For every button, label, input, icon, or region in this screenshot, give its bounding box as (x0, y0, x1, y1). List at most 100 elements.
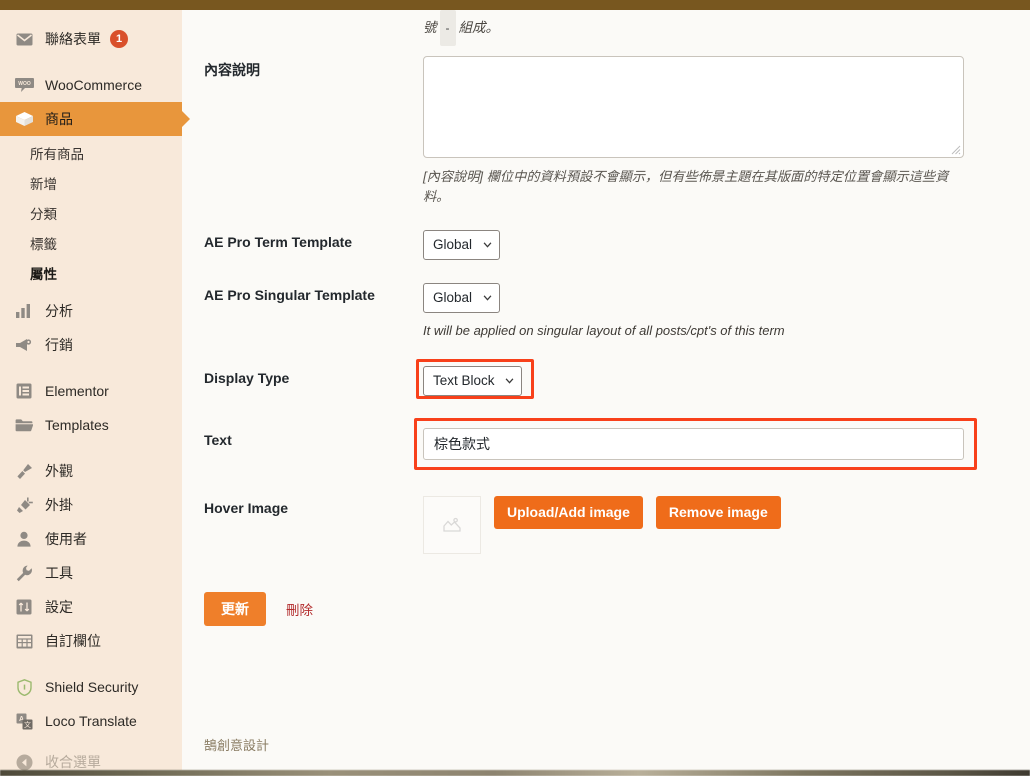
submenu-item-attributes[interactable]: 屬性 (0, 258, 182, 288)
update-button[interactable]: 更新 (204, 591, 266, 626)
display-type-select[interactable]: Text Block (423, 365, 522, 396)
submenu-item-tags[interactable]: 標籤 (0, 228, 182, 258)
sidebar-item-analytics[interactable]: 分析 (0, 294, 182, 328)
product-box-icon (14, 109, 34, 129)
upload-add-image-button[interactable]: Upload/Add image (494, 495, 643, 530)
form-row-term-template: AE Pro Term Template Global (182, 229, 1030, 261)
form-row-description: 內容說明 [內容說明] 欄位中的資料預設不會顯示，但有些佈景主題在其版面的特定位… (182, 56, 1030, 208)
browser-screen: 聯絡表單 1 WOO WooCommerce 商品 所有商品 新增 分類 標籤 … (0, 0, 1030, 776)
sidebar-item-label: 商品 (45, 111, 73, 127)
sidebar-item-elementor[interactable]: Elementor (0, 374, 182, 408)
contact-form-count-badge: 1 (110, 30, 128, 48)
singular-template-label: AE Pro Singular Template (204, 287, 375, 304)
sidebar-item-label: 收合選單 (45, 754, 101, 770)
display-type-label: Display Type (204, 369, 290, 386)
hover-image-preview[interactable] (423, 495, 481, 554)
sidebar-item-marketing[interactable]: 行銷 (0, 328, 182, 362)
form-row-display-type: Display Type Text Block (182, 358, 1030, 399)
sidebar-item-label: 自訂欄位 (45, 633, 101, 649)
plug-icon (14, 495, 34, 515)
sidebar-item-label: 設定 (45, 599, 73, 615)
description-help-text: [內容說明] 欄位中的資料預設不會顯示，但有些佈景主題在其版面的特定位置會顯示這… (423, 169, 949, 205)
wrench-icon (14, 563, 34, 583)
menu-separator (0, 738, 182, 745)
desktop-background-strip (0, 770, 1030, 776)
footer-credit: 鵠創意設計 (204, 738, 270, 753)
description-textarea[interactable] (423, 56, 964, 158)
analytics-bars-icon (14, 301, 34, 321)
svg-text:文: 文 (24, 720, 31, 729)
sidebar-item-tools[interactable]: 工具 (0, 556, 182, 590)
term-template-select[interactable]: Global (423, 229, 500, 261)
sidebar-item-shield-security[interactable]: Shield Security (0, 670, 182, 704)
sidebar-item-products[interactable]: 商品 (0, 102, 190, 136)
broken-image-icon (443, 518, 461, 532)
main-content-area: 號 - 組成。 內容說明 [內容說明] 欄位中的資料預設不會顯示，但有些佈景主題在其… (182, 10, 1030, 770)
menu-separator (0, 442, 182, 454)
folder-icon (14, 415, 34, 435)
sidebar-item-label: Elementor (45, 383, 109, 399)
description-textarea-wrap (423, 56, 964, 158)
term-template-label: AE Pro Term Template (204, 233, 353, 250)
sidebar-item-label: 外觀 (45, 463, 73, 479)
submenu-item-add-new[interactable]: 新增 (0, 168, 182, 198)
woocommerce-icon: WOO (14, 75, 34, 95)
translate-icon: A文 (14, 711, 34, 731)
sidebar-item-settings[interactable]: 設定 (0, 590, 182, 624)
products-submenu[interactable]: 所有商品 新增 分類 標籤 屬性 (0, 136, 182, 294)
sidebar-item-label: 分析 (45, 303, 73, 319)
text-input[interactable] (423, 427, 964, 460)
wp-admin-bar[interactable] (0, 0, 1030, 10)
sidebar-item-users[interactable]: 使用者 (0, 522, 182, 556)
form-actions-row: 更新 刪除 (182, 591, 1030, 626)
clipped-slug-help-text: 號 - 組成。 (182, 10, 1030, 46)
remove-image-button[interactable]: Remove image (655, 495, 781, 530)
sidebar-item-label: 工具 (45, 565, 73, 581)
sidebar-item-label: 外掛 (45, 497, 73, 513)
sidebar-item-templates[interactable]: Templates (0, 408, 182, 442)
hyphen-key-hint: - (439, 10, 456, 46)
sidebar-item-plugins[interactable]: 外掛 (0, 488, 182, 522)
clipped-text-end: 組成。 (458, 20, 500, 35)
svg-text:WOO: WOO (18, 81, 31, 87)
menu-separator (0, 56, 182, 68)
collapse-arrow-icon (14, 752, 34, 772)
singular-template-help-text: It will be applied on singular layout of… (423, 323, 785, 339)
sidebar-item-label: Loco Translate (45, 713, 137, 729)
sidebar-item-label: 聯絡表單 (45, 31, 101, 47)
sidebar-item-label: 使用者 (45, 531, 87, 547)
elementor-icon (14, 381, 34, 401)
singular-template-select-wrap[interactable]: Global (423, 283, 500, 314)
form-row-hover-image: Hover Image Upload/Add image Remove imag… (182, 495, 1030, 554)
submenu-item-all-products[interactable]: 所有商品 (0, 138, 182, 168)
submenu-item-categories[interactable]: 分類 (0, 198, 182, 228)
sidebar-item-label: WooCommerce (45, 77, 142, 93)
megaphone-icon (14, 335, 34, 355)
sidebar-item-appearance[interactable]: 外觀 (0, 454, 182, 488)
mail-icon (14, 29, 34, 49)
display-type-select-wrap[interactable]: Text Block (416, 358, 534, 399)
sidebar-item-label: 行銷 (45, 337, 73, 353)
sidebar-item-contact-form[interactable]: 聯絡表單 1 (0, 22, 182, 56)
custom-fields-icon (14, 631, 34, 651)
admin-sidebar-menu[interactable]: 聯絡表單 1 WOO WooCommerce 商品 所有商品 新增 分類 標籤 … (0, 10, 190, 772)
text-field-label: Text (204, 431, 232, 448)
clipped-text-start: 號 (423, 20, 437, 35)
form-row-singular-template: AE Pro Singular Template Global It will … (182, 283, 1030, 341)
singular-template-select[interactable]: Global (423, 283, 500, 314)
shield-icon (14, 677, 34, 697)
paintbrush-icon (14, 461, 34, 481)
sidebar-item-label: Shield Security (45, 679, 139, 695)
delete-link[interactable]: 刪除 (286, 599, 313, 619)
user-icon (14, 529, 34, 549)
sidebar-item-custom-fields[interactable]: 自訂欄位 (0, 624, 182, 658)
description-label: 內容說明 (204, 62, 260, 78)
settings-sliders-icon (14, 597, 34, 617)
form-row-text: Text (182, 417, 1030, 470)
term-template-select-wrap[interactable]: Global (423, 229, 500, 261)
hover-image-label: Hover Image (204, 499, 289, 516)
sidebar-item-label: Templates (45, 417, 109, 433)
sidebar-item-woocommerce[interactable]: WOO WooCommerce (0, 68, 182, 102)
sidebar-item-loco-translate[interactable]: A文 Loco Translate (0, 704, 182, 738)
menu-separator (0, 658, 182, 670)
